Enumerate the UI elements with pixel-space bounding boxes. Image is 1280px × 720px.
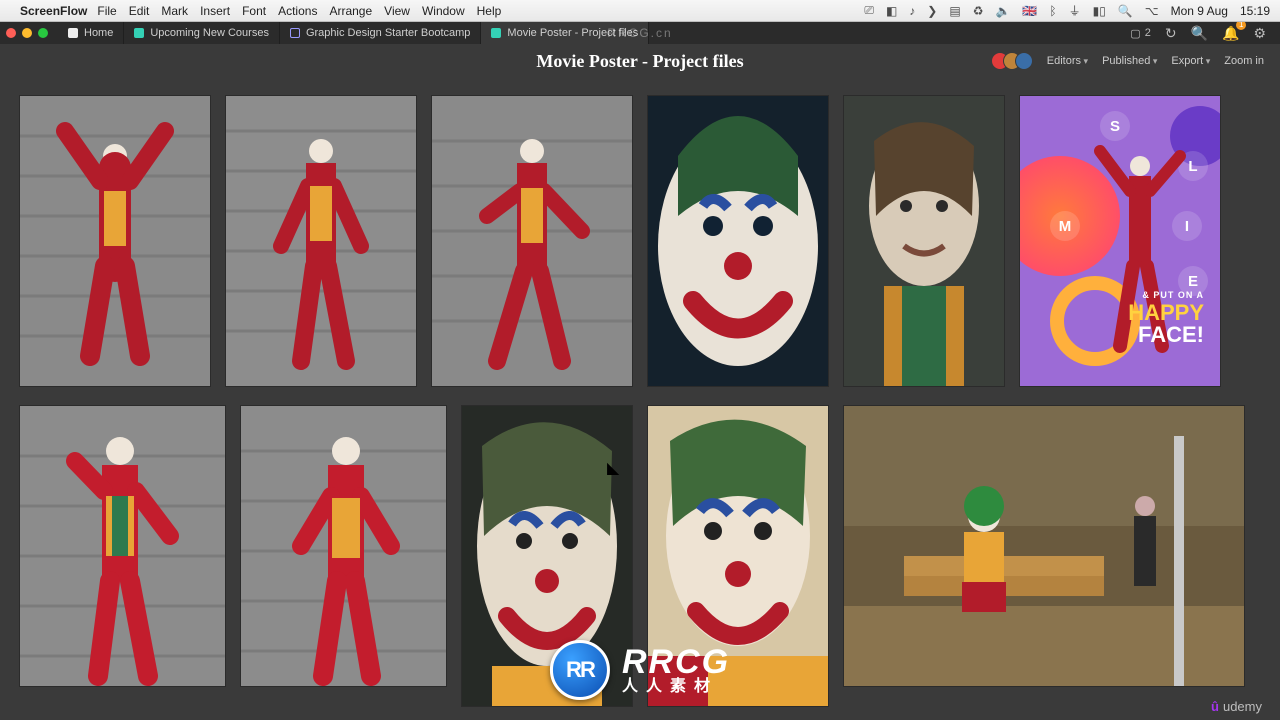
zoom-in-button[interactable]: Zoom in xyxy=(1224,55,1264,67)
menubar-date[interactable]: Mon 9 Aug xyxy=(1171,4,1228,18)
search-icon[interactable]: 🔍 xyxy=(1191,25,1208,42)
macos-menu-bar: ScreenFlow File Edit Mark Insert Font Ac… xyxy=(0,0,1280,22)
menu-mark[interactable]: Mark xyxy=(161,4,188,18)
menu-view[interactable]: View xyxy=(384,4,410,18)
tab-label: Graphic Design Starter Bootcamp xyxy=(306,27,470,39)
tab-label: Home xyxy=(84,27,113,39)
image-thumbnail[interactable] xyxy=(432,96,632,386)
menu-insert[interactable]: Insert xyxy=(200,4,230,18)
battery-icon[interactable]: ▮▯ xyxy=(1093,4,1106,18)
window-maximize-button[interactable] xyxy=(38,28,48,38)
notifications-icon[interactable]: 🔔 xyxy=(1222,25,1239,42)
image-thumbnail[interactable] xyxy=(20,96,210,386)
poster-text: & PUT ON A HAPPY FACE! xyxy=(1128,291,1204,346)
collaborator-avatars[interactable] xyxy=(997,52,1033,70)
export-dropdown[interactable]: Export xyxy=(1171,55,1210,67)
published-dropdown[interactable]: Published xyxy=(1102,55,1157,67)
menu-edit[interactable]: Edit xyxy=(129,4,150,18)
image-thumbnail[interactable] xyxy=(648,406,828,706)
image-thumbnail[interactable] xyxy=(462,406,632,706)
status-icon[interactable]: ▤ xyxy=(949,4,960,18)
document-title-bar: Movie Poster - Project files Editors Pub… xyxy=(0,44,1280,78)
flag-icon[interactable]: 🇬🇧 xyxy=(1022,4,1037,18)
app-tab-bar: Home Upcoming New Courses Graphic Design… xyxy=(0,22,1280,44)
tab-label: Movie Poster - Project files xyxy=(507,27,638,39)
project-color-icon xyxy=(290,28,300,38)
menu-actions[interactable]: Actions xyxy=(278,4,317,18)
image-thumbnail[interactable] xyxy=(20,406,225,686)
image-thumbnail[interactable] xyxy=(844,96,1004,386)
window-controls xyxy=(6,28,48,38)
project-color-icon xyxy=(134,28,144,38)
page-title: Movie Poster - Project files xyxy=(536,51,743,72)
tab-upcoming[interactable]: Upcoming New Courses xyxy=(124,22,280,44)
status-icon[interactable]: ❯ xyxy=(927,4,937,18)
status-icon[interactable]: ⎚ xyxy=(864,3,874,18)
menu-arrange[interactable]: Arrange xyxy=(329,4,372,18)
image-thumbnail[interactable] xyxy=(648,96,828,386)
canvas[interactable]: S L M I E & PUT ON A HAPPY FACE! xyxy=(0,78,1280,720)
app-name[interactable]: ScreenFlow xyxy=(20,4,87,18)
home-icon xyxy=(68,28,78,38)
image-row xyxy=(20,406,1260,706)
poster-design[interactable]: S L M I E & PUT ON A HAPPY FACE! xyxy=(1020,96,1220,386)
project-color-icon xyxy=(491,28,501,38)
tab-movie-poster[interactable]: Movie Poster - Project files xyxy=(481,22,649,44)
image-thumbnail[interactable] xyxy=(844,406,1244,686)
status-icon[interactable]: ♻︎ xyxy=(973,4,984,18)
status-icon[interactable]: ♪ xyxy=(909,4,915,18)
image-thumbnail[interactable] xyxy=(226,96,416,386)
tab-bootcamp[interactable]: Graphic Design Starter Bootcamp xyxy=(280,22,481,44)
window-minimize-button[interactable] xyxy=(22,28,32,38)
tab-home[interactable]: Home xyxy=(58,22,124,44)
window-close-button[interactable] xyxy=(6,28,16,38)
menu-window[interactable]: Window xyxy=(422,4,465,18)
menubar-time[interactable]: 15:19 xyxy=(1240,4,1270,18)
wifi-icon[interactable]: ⏚ xyxy=(1069,2,1081,19)
menu-file[interactable]: File xyxy=(97,4,116,18)
devices-indicator[interactable]: ▢ 2 xyxy=(1130,27,1151,40)
menu-help[interactable]: Help xyxy=(477,4,502,18)
editors-dropdown[interactable]: Editors xyxy=(1047,55,1088,67)
control-center-icon[interactable]: ⌥ xyxy=(1145,4,1159,18)
bluetooth-icon[interactable]: ᛒ xyxy=(1049,4,1056,18)
search-icon[interactable]: 🔍 xyxy=(1118,4,1133,18)
image-thumbnail[interactable] xyxy=(241,406,446,686)
menu-font[interactable]: Font xyxy=(242,4,266,18)
status-icon[interactable]: ◧ xyxy=(886,4,897,18)
tab-label: Upcoming New Courses xyxy=(150,27,269,39)
volume-icon[interactable]: 🔈 xyxy=(995,4,1010,18)
settings-icon[interactable]: ⚙ xyxy=(1253,25,1266,42)
history-icon[interactable]: ↻ xyxy=(1165,25,1177,42)
image-row: S L M I E & PUT ON A HAPPY FACE! xyxy=(20,96,1260,386)
